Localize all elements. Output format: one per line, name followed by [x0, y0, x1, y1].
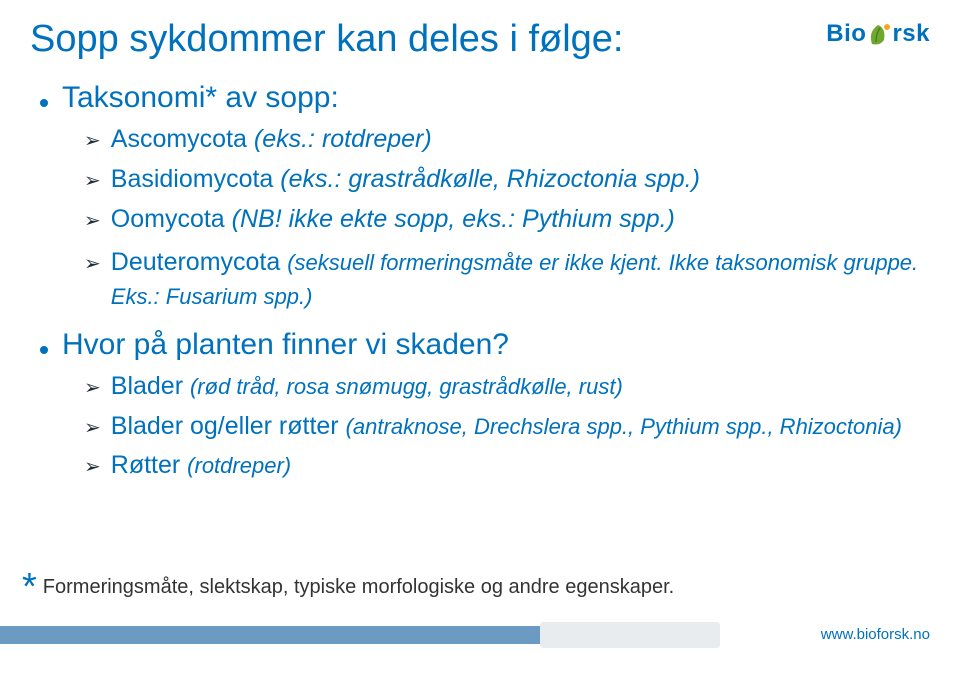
footer-bar: www.bioforsk.no: [0, 616, 960, 652]
item-name: Ascomycota: [111, 125, 254, 153]
arrow-icon: ➢: [84, 454, 101, 479]
list-item: ➢ Blader (rød tråd, rosa snømugg, grastr…: [84, 370, 930, 404]
arrow-icon: ➢: [84, 375, 101, 400]
logo-text: Biorsk: [826, 20, 930, 48]
content: Taksonomi* av sopp: ➢ Ascomycota (eks.: …: [30, 81, 930, 483]
section-heading: Taksonomi* av sopp:: [62, 81, 339, 115]
item-note: (eks.: grastrådkølle, Rhizoctonia spp.): [280, 165, 700, 193]
taksonomi-list: ➢ Ascomycota (eks.: rotdreper) ➢ Basidio…: [84, 123, 930, 314]
item-note: (NB! ikke ekte sopp, eks.: Pythium spp.): [232, 205, 675, 233]
list-item: ➢ Ascomycota (eks.: rotdreper): [84, 123, 930, 157]
footnote-text: Formeringsmåte, slektskap, typiske morfo…: [43, 576, 674, 599]
item-text: Ascomycota (eks.: rotdreper): [111, 123, 432, 157]
item-note: (rotdreper): [187, 453, 291, 478]
item-text: Røtter (rotdreper): [111, 449, 291, 483]
section-skaden: Hvor på planten finner vi skaden?: [40, 328, 930, 362]
item-text: Oomycota (NB! ikke ekte sopp, eks.: Pyth…: [111, 203, 675, 237]
item-name: Blader og/eller røtter: [111, 412, 346, 440]
list-item: ➢ Blader og/eller røtter (antraknose, Dr…: [84, 410, 930, 444]
bullet-icon: [40, 99, 48, 107]
list-item: ➢ Oomycota (NB! ikke ekte sopp, eks.: Py…: [84, 203, 930, 237]
arrow-icon: ➢: [84, 208, 101, 233]
arrow-icon: ➢: [84, 415, 101, 440]
item-text: Deuteromycota (seksuell formeringsmåte e…: [111, 246, 930, 314]
list-item: ➢ Basidiomycota (eks.: grastrådkølle, Rh…: [84, 163, 930, 197]
arrow-icon: ➢: [84, 128, 101, 153]
item-note: (rød tråd, rosa snømugg, grastrådkølle, …: [190, 374, 623, 399]
footnote: * Formeringsmåte, slektskap, typiske mor…: [22, 568, 674, 606]
item-text: Basidiomycota (eks.: grastrådkølle, Rhiz…: [111, 163, 700, 197]
item-note: (antraknose, Drechslera spp., Pythium sp…: [346, 414, 902, 439]
bullet-icon: [40, 346, 48, 354]
item-name: Blader: [111, 372, 190, 400]
item-name: Basidiomycota: [111, 165, 281, 193]
item-name: Oomycota: [111, 205, 232, 233]
list-item: ➢ Deuteromycota (seksuell formeringsmåte…: [84, 246, 930, 314]
bioforsk-logo: Biorsk: [826, 20, 930, 48]
item-name: Deuteromycota: [111, 248, 287, 276]
logo-part1: Bio: [826, 20, 866, 47]
item-note: (eks.: rotdreper): [254, 125, 432, 153]
item-name: Røtter: [111, 451, 187, 479]
arrow-icon: ➢: [84, 168, 101, 193]
footer-stripe-blue: [0, 626, 560, 644]
section-heading: Hvor på planten finner vi skaden?: [62, 328, 509, 362]
logo-part2: rsk: [892, 20, 930, 47]
skaden-list: ➢ Blader (rød tråd, rosa snømugg, grastr…: [84, 370, 930, 483]
slide: Biorsk Sopp sykdommer kan deles i følge:…: [0, 0, 960, 674]
footer-stripe-light: [540, 622, 720, 648]
arrow-icon: ➢: [84, 251, 101, 276]
footnote-mark: *: [22, 568, 37, 606]
leaf-icon: [866, 22, 892, 48]
item-text: Blader og/eller røtter (antraknose, Drec…: [111, 410, 902, 444]
page-title: Sopp sykdommer kan deles i følge:: [30, 18, 930, 61]
footer-url: www.bioforsk.no: [821, 626, 930, 643]
section-taksonomi: Taksonomi* av sopp:: [40, 81, 930, 115]
item-text: Blader (rød tråd, rosa snømugg, grastråd…: [111, 370, 623, 404]
list-item: ➢ Røtter (rotdreper): [84, 449, 930, 483]
